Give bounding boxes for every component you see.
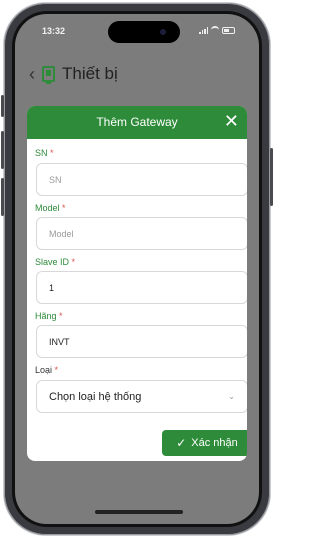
confirm-label: Xác nhận [191,437,238,449]
status-time: 13:32 [42,26,66,36]
required-mark: * [62,203,66,213]
add-gateway-modal: Thêm Gateway ✕ SN * SN Model * Model Sla… [27,106,247,461]
wifi-icon [211,26,219,34]
brand-label: Hãng * [35,311,63,321]
modal-header: Thêm Gateway ✕ [27,106,247,139]
device-icon [42,66,55,84]
model-input[interactable]: Model [36,217,247,250]
system-type-selected: Chọn loại hệ thống [49,390,142,403]
nav-bar: ‹ Thiết bị [15,54,259,94]
required-mark: * [59,311,63,321]
phone-bezel: 13:32 ‹ Thiết bị Thêm Gateway ✕ SN * SN … [12,11,262,527]
signal-icon [199,26,208,34]
dynamic-island [108,21,180,43]
required-mark: * [50,148,54,158]
status-icons [199,26,235,34]
check-icon: ✓ [176,436,187,450]
home-indicator [95,510,183,514]
power-button [270,148,273,206]
page-title: Thiết bị [62,64,118,83]
camera-dot [160,29,166,35]
brand-input[interactable]: INVT [36,325,247,358]
type-label: Loại * [35,365,59,375]
side-button [1,131,4,169]
modal-title: Thêm Gateway [96,115,178,129]
sn-input[interactable]: SN [36,163,247,196]
close-icon[interactable]: ✕ [224,111,239,131]
chevron-down-icon: ⌄ [228,392,235,401]
slave-id-label: Slave ID * [35,257,76,267]
status-bar: 13:32 [15,14,259,48]
system-type-select[interactable]: Chọn loại hệ thống ⌄ [36,380,247,413]
battery-icon [222,26,235,34]
model-label: Model * [35,203,66,213]
confirm-button[interactable]: ✓ Xác nhận [162,430,247,456]
side-button [1,95,4,117]
screen: 13:32 ‹ Thiết bị Thêm Gateway ✕ SN * SN … [15,14,259,524]
side-button [1,178,4,216]
slave-id-input[interactable]: 1 [36,271,247,304]
required-mark: * [54,365,59,375]
phone-frame: 13:32 ‹ Thiết bị Thêm Gateway ✕ SN * SN … [1,3,273,535]
sn-label: SN * [35,148,54,158]
chevron-left-icon[interactable]: ‹ [29,64,35,85]
required-mark: * [71,257,76,267]
